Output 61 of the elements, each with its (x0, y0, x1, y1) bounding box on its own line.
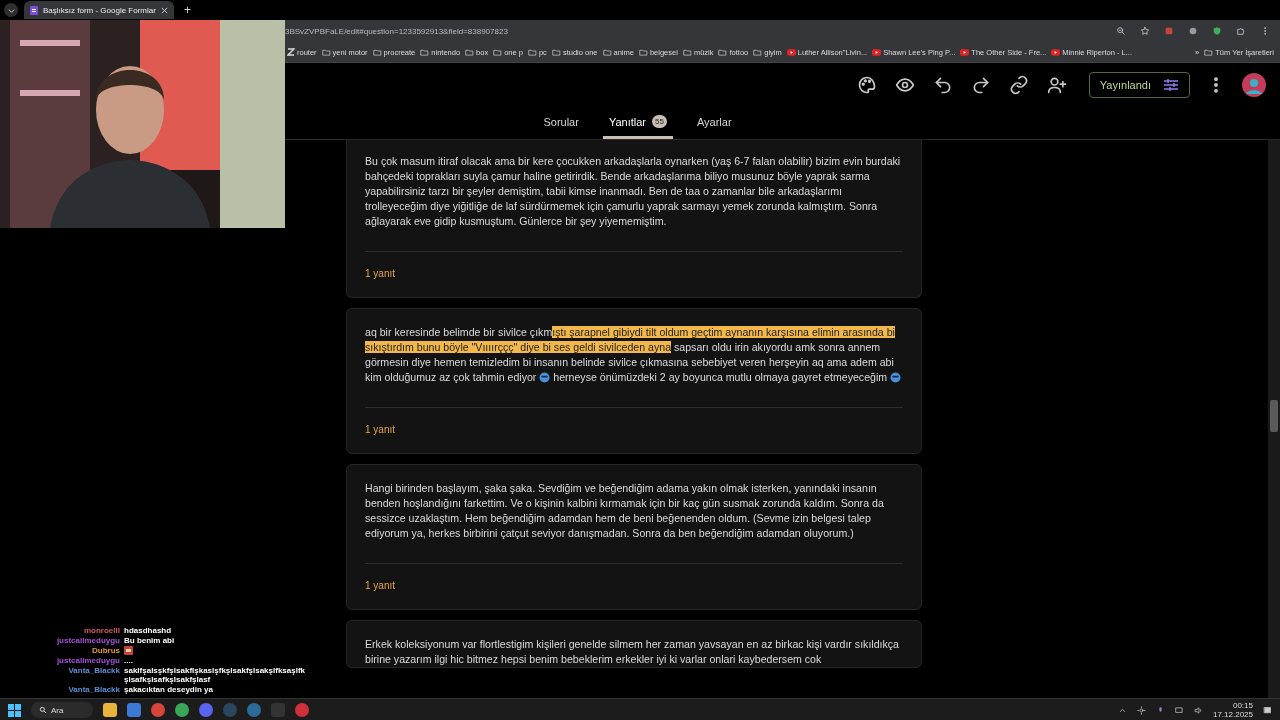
volume-icon (1193, 705, 1203, 715)
folder-icon (682, 47, 692, 57)
chat-username: Vanta_Blackk (67, 685, 120, 694)
emote-icon (124, 646, 133, 655)
folder-icon (372, 47, 382, 57)
chat-username: justcallmeduygu (55, 656, 120, 665)
folder-icon (493, 47, 503, 57)
chat-message: hdasdhashd (124, 626, 173, 635)
chat-username: justcallmeduygu (55, 636, 120, 645)
avatar[interactable] (1242, 73, 1266, 97)
search-icon (39, 706, 47, 714)
folder-icon (1204, 47, 1214, 57)
play-icon (1051, 48, 1061, 56)
app-icon[interactable] (247, 703, 262, 717)
count-badge: 55 (652, 115, 667, 128)
folder-icon (321, 47, 331, 57)
folder-icon (602, 47, 612, 57)
chat-username: Vanta_Blackk (67, 666, 120, 677)
folder-icon (718, 47, 728, 57)
reply-count-link[interactable]: 1 yanıt (365, 580, 396, 591)
form-icon (30, 5, 38, 15)
tab-list-button[interactable] (4, 3, 18, 17)
play-icon (960, 48, 970, 56)
form-tab[interactable]: Sorular (537, 107, 585, 139)
new-tab-button[interactable]: + (179, 3, 195, 17)
reply-count-link[interactable]: 1 yanıt (365, 268, 396, 279)
response-text: Hangi birinden başlayım, şaka şaka. Sevdiğim ve beğendiğim adama yakın olmak isterken, yanındaki insanın benden hoşlandığını farkettim. Ve o kişinin kalbini kırmamak için bir kaç gün susmak zorunda kaldım. Sonra da sessizce uzaklaştım. Hem beğendiğim adamdan hem de beni beğenenden oldum. (Sevme izin belgesi talep ediyorum ya, herkes birbirini çatçut seviyor danışmadan. Sonra da ben beğendiğim adamdan oluyorum.) (365, 481, 885, 541)
folder-icon (420, 47, 430, 57)
publish-button[interactable]: Yayınlandı (1088, 72, 1190, 98)
clock-date: 17.12.2025 (1212, 710, 1253, 719)
chat-username: Dubrus (91, 646, 120, 655)
browser-tab[interactable]: Başlıksız form - Google Formlar (24, 1, 174, 19)
folder-icon (465, 47, 475, 57)
folder-icon (753, 47, 763, 57)
response-text: Erkek koleksiyonum var flortlestigim kişileri genelde silmem her zaman yavsayan en az birkac kişi vardır sıkıldıkça birine yazarım ilgi hic bitmez hepsi benim bebeklerim erkekler iyi ki varlar onlari kaybedersem cok (365, 637, 900, 667)
windows-icon[interactable] (8, 703, 21, 717)
response-text: Bu çok masum itiraf olacak ama bir kere çocukken arkadaşlarla oynarken (yaş 6-7 falan olabilir) bizim evin burdaki bahçedeki toprakları suyla çamur haline getirirdik. Bende arkadaşlarıma biliyo musunuz böyle yaprak sarma yapabilirsiniz tarzı bir şeyler demiştim, tabii kimse inanmadı. Ben de taa o zamanlar bile arkadaşlarımı trolleyeceğim diye yiğitliğe de laf sürdürmemek için çamurlu yaprak sarmayı yemek zorunda kalmıştım. Sonra ağlayarak eve gidip kusmuştum. Günlerce bir şey yiyememiştim. (365, 154, 902, 229)
z-icon (287, 48, 295, 56)
caret-icon (7, 6, 15, 14)
form-tab[interactable]: Ayarlar (690, 107, 738, 139)
response-text: aq bir keresinde belimde bir sivilce çıkmıştı şarapnel gibiydi tilt oldum geçtim aynanın karşısına elimin arasında bi sıkıştırdım bunu böyle "Vıııırççç" diye bi ses geldi sivilceden ayna sapsarı oldu irin akıyordu amk sonra annem görmesin diye hemen temizledim bi insanın belinde sivilce çıkmasına sebebiyet veren herşeyin aq ama adem abi kim olduğumuz az çok tahmin ediyor herneyse önümüzdeki 2 ay boyunca mutlu olmaya gayret etmeyeceğim (365, 325, 903, 385)
emoji-icon (539, 372, 551, 383)
chat-message: şakacıktan deseydin ya (124, 685, 214, 694)
folder-icon (551, 47, 561, 57)
scrollbar[interactable] (1268, 140, 1280, 698)
folder-icon (527, 47, 537, 57)
play-icon (786, 48, 796, 56)
close-icon[interactable] (160, 6, 168, 14)
chat-username: monroelll (83, 626, 120, 635)
folder-icon (638, 47, 648, 57)
brightness-icon (1136, 705, 1146, 715)
zoom-icon[interactable] (1114, 24, 1128, 38)
emoji-icon (890, 372, 902, 383)
star-icon[interactable] (1138, 24, 1152, 38)
chat-message: .... (124, 656, 134, 665)
reply-count-link[interactable]: 1 yanıt (365, 424, 396, 435)
chat-message: Bu benim abi (124, 636, 176, 645)
play-icon (872, 48, 882, 56)
search-field[interactable]: Ara (31, 702, 94, 718)
clock-time: 00:15 (1232, 701, 1253, 710)
sliders-icon (1163, 78, 1179, 92)
